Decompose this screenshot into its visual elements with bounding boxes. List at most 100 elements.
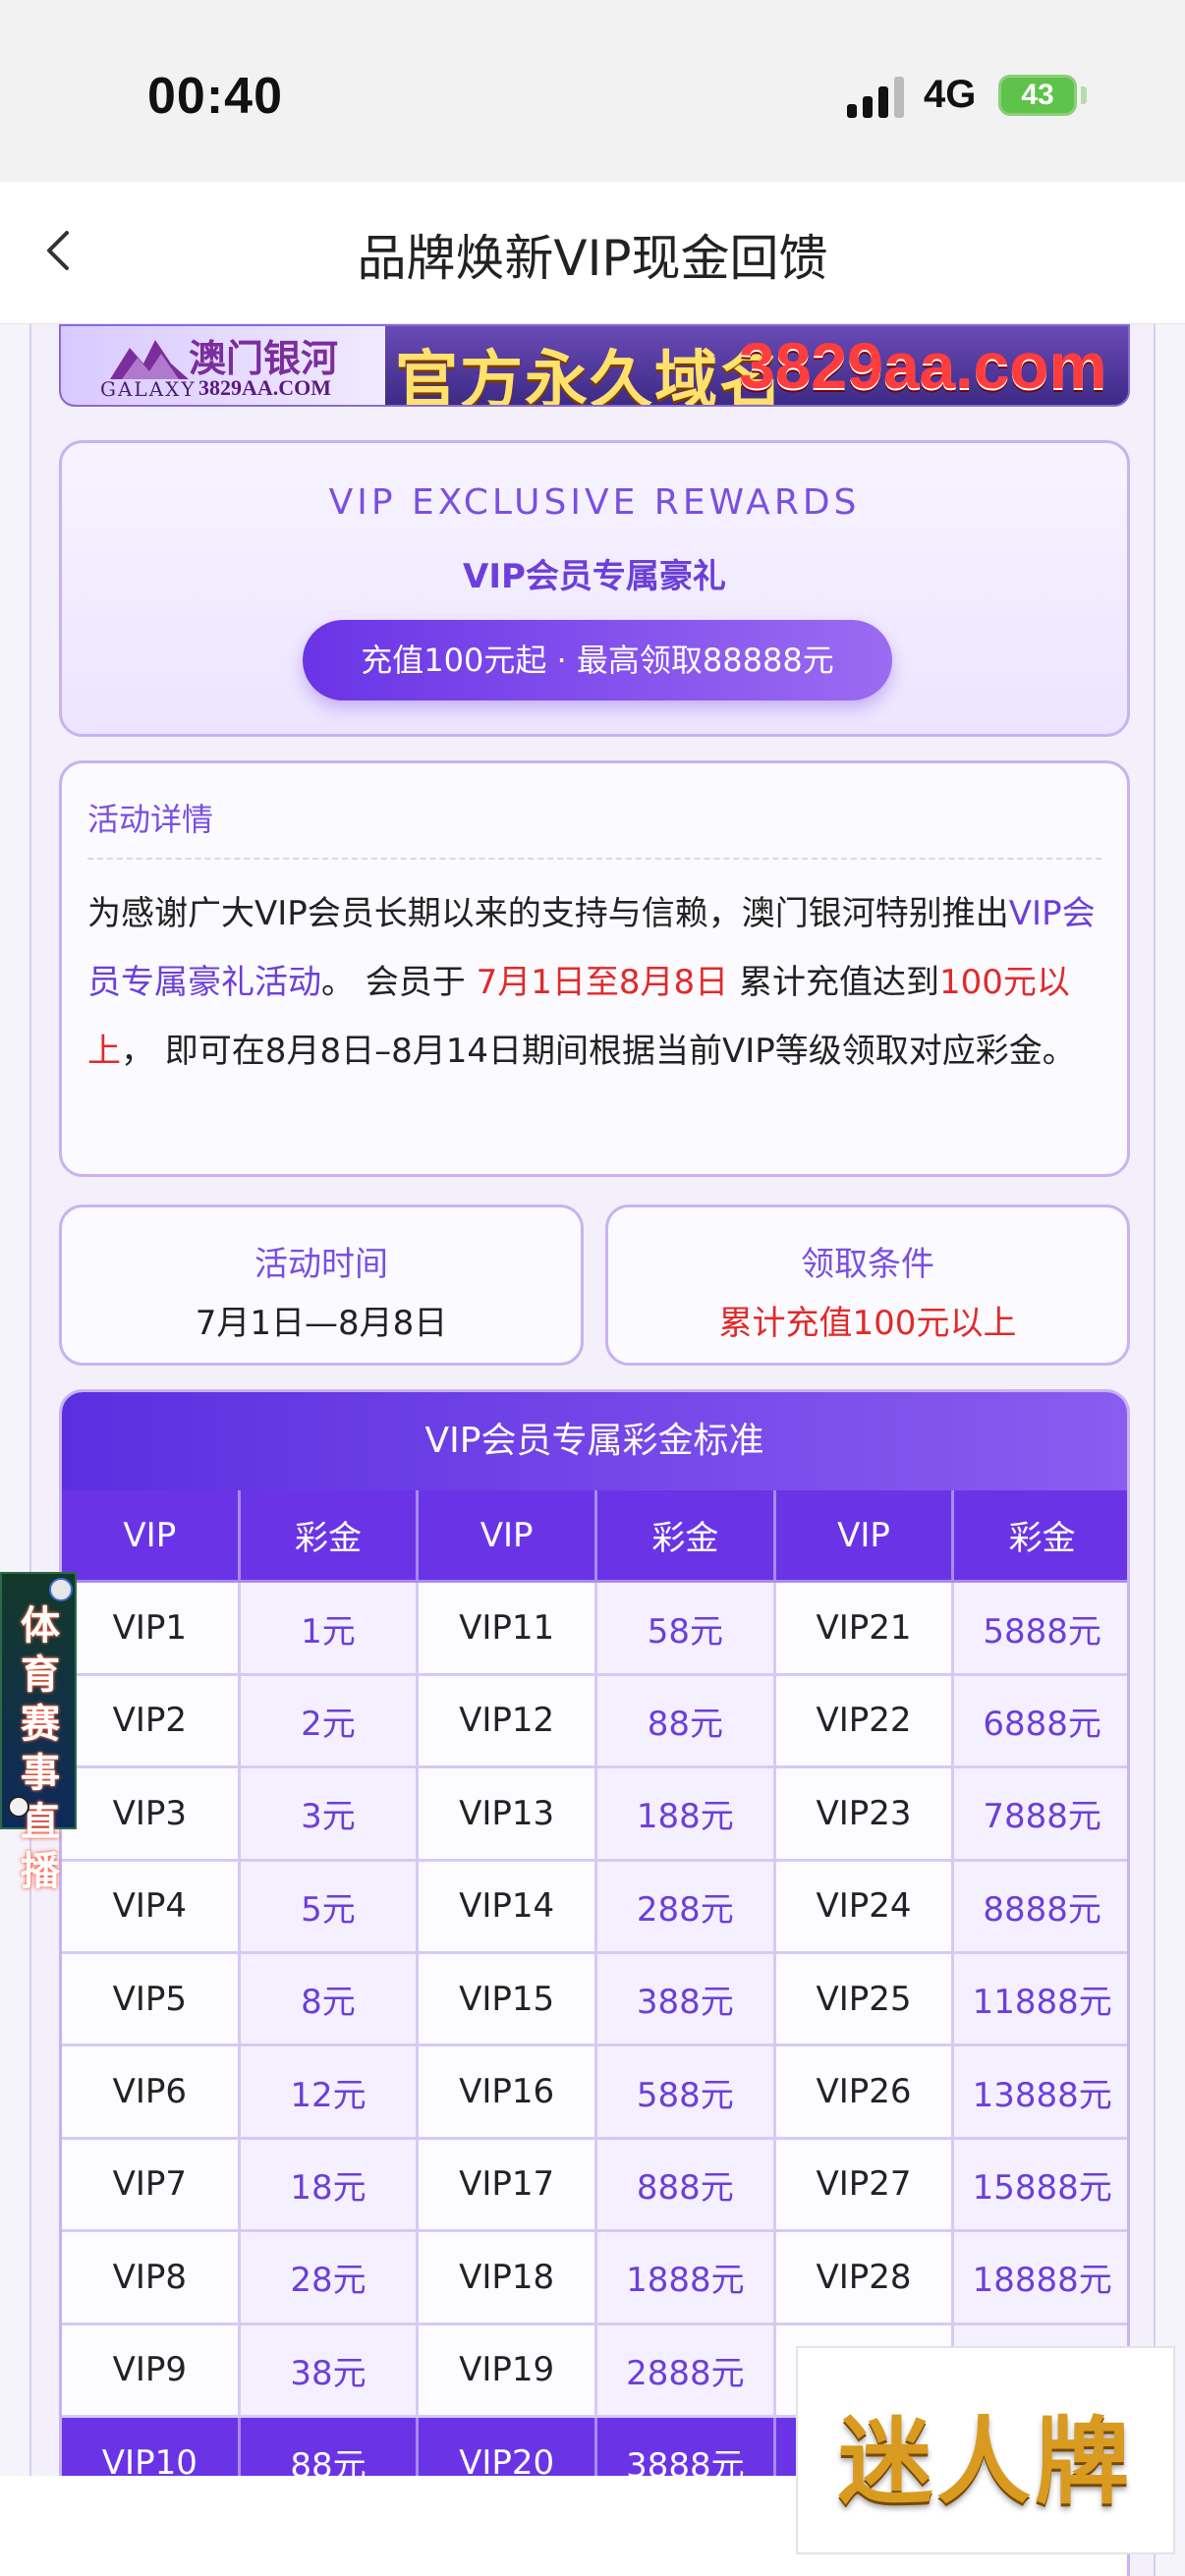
vip-level-cell: VIP7 [62, 2139, 241, 2233]
vip-level-cell: VIP21 [775, 1583, 955, 1676]
bonus-amount-cell: 1888元 [597, 2232, 776, 2325]
vip-level-cell: VIP18 [419, 2232, 597, 2325]
brand-floating-ad[interactable]: 迷人牌 [796, 2346, 1175, 2554]
detail-title: 活动详情 [87, 801, 214, 838]
vip-level-cell: VIP28 [775, 2232, 955, 2325]
bonus-amount-cell: 18元 [240, 2139, 420, 2233]
bonus-amount-cell: 388元 [597, 1954, 776, 2047]
bonus-amount-cell: 2888元 [597, 2324, 776, 2418]
vip-level-cell: VIP11 [419, 1583, 597, 1676]
bottom-area [0, 2476, 796, 2576]
vip-level-cell: VIP2 [62, 1675, 241, 1769]
column-header-bonus: 彩金 [954, 1490, 1127, 1584]
vip-level-cell: VIP23 [775, 1768, 955, 1862]
table-header-row: VIP 彩金 VIP 彩金 VIP 彩金 [62, 1490, 1127, 1584]
vip-level-cell: VIP19 [419, 2324, 597, 2418]
side-ad-text: 体育赛事直播 [21, 1603, 60, 1894]
activity-time-value: 7月1日—8月8日 [195, 1304, 448, 1343]
bonus-amount-cell: 2元 [240, 1675, 420, 1769]
bonus-amount-cell: 3元 [240, 1768, 420, 1862]
divider [87, 858, 1101, 860]
vip-level-cell: VIP15 [419, 1954, 597, 2047]
table-row: VIP6 12元 VIP16 588元 VIP26 13888元 [62, 2046, 1127, 2140]
vip-level-cell: VIP8 [62, 2232, 241, 2325]
battery-icon: 43 [998, 75, 1077, 116]
detail-text: 累计充值达到 [728, 963, 939, 1002]
hero-title-cn: VIP会员专属豪礼 [463, 557, 726, 596]
column-header-vip: VIP [419, 1490, 597, 1584]
vip-level-cell: VIP17 [419, 2139, 597, 2233]
nav-bar: 品牌焕新VIP现金回馈 [0, 182, 1185, 324]
bonus-amount-cell: 5888元 [954, 1583, 1127, 1676]
bonus-amount-cell: 28元 [240, 2232, 420, 2325]
vip-level-cell: VIP12 [419, 1675, 597, 1769]
column-header-bonus: 彩金 [240, 1490, 420, 1584]
bonus-amount-cell: 8888元 [954, 1861, 1127, 1954]
column-header-vip: VIP [775, 1490, 955, 1584]
vip-level-cell: VIP4 [62, 1861, 241, 1954]
vip-level-cell: VIP6 [62, 2046, 241, 2140]
bonus-amount-cell: 1元 [240, 1583, 420, 1676]
vip-level-cell: VIP13 [419, 1768, 597, 1862]
table-row: VIP4 5元 VIP14 288元 VIP24 8888元 [62, 1861, 1127, 1954]
bonus-amount-cell: 15888元 [954, 2139, 1127, 2233]
galaxy-logo: 澳门银河 GALAXY 3829AA.COM [61, 326, 385, 405]
activity-time-card: 活动时间 7月1日—8月8日 [59, 1204, 584, 1366]
signal-icon [847, 77, 908, 118]
claim-condition-value: 累计充值100元以上 [718, 1304, 1017, 1343]
table-row: VIP5 8元 VIP15 388元 VIP25 11888元 [62, 1954, 1127, 2047]
brand-ad-text: 迷人牌 [838, 2406, 1133, 2517]
vip-level-cell: VIP26 [775, 2046, 955, 2140]
banner-domain: 3829aa.com [739, 329, 1107, 402]
detail-body: 为感谢广大VIP会员长期以来的支持与信赖，澳门银河特别推出VIP会员专属豪礼活动… [87, 879, 1107, 1086]
table-row: VIP8 28元 VIP18 1888元 VIP28 18888元 [62, 2232, 1127, 2325]
activity-detail-card: 活动详情 为感谢广大VIP会员长期以来的支持与信赖，澳门银河特别推出VIP会员专… [59, 760, 1130, 1177]
vip-level-cell: VIP3 [62, 1768, 241, 1862]
vip-level-cell: VIP9 [62, 2324, 241, 2418]
table-title: VIP会员专属彩金标准 [62, 1392, 1127, 1490]
detail-highlight-date: 7月1日至8月8日 [476, 963, 729, 1002]
sports-live-side-ad[interactable]: 体育赛事直播 [0, 1572, 77, 1894]
logo-cn: 澳门银河 [189, 336, 339, 380]
detail-text: 。 会员于 [321, 963, 477, 1002]
hero-title-en: VIP EXCLUSIVE REWARDS [328, 482, 861, 523]
banner-slogan: 官方永久域名 [395, 345, 784, 407]
soccer-ball-icon [8, 1796, 29, 1818]
network-type: 4G [924, 73, 977, 116]
page-title: 品牌焕新VIP现金回馈 [357, 230, 828, 287]
promo-banner[interactable]: 澳门银河 GALAXY 3829AA.COM 官方永久域名 3829aa.com [59, 324, 1130, 407]
bonus-amount-cell: 88元 [597, 1675, 776, 1769]
column-header-vip: VIP [62, 1490, 241, 1584]
bonus-amount-cell: 6888元 [954, 1675, 1127, 1769]
bonus-amount-cell: 38元 [240, 2324, 420, 2418]
vip-level-cell: VIP1 [62, 1583, 241, 1676]
detail-text: ， 即可在8月8日–8月14日期间根据当前VIP等级领取对应彩金。 [121, 1032, 1076, 1071]
bonus-amount-cell: 58元 [597, 1583, 776, 1676]
logo-en: GALAXY [100, 377, 197, 401]
claim-condition-card: 领取条件 累计充值100元以上 [605, 1204, 1130, 1366]
bonus-amount-cell: 12元 [240, 2046, 420, 2140]
table-row: VIP2 2元 VIP12 88元 VIP22 6888元 [62, 1675, 1127, 1769]
vip-level-cell: VIP27 [775, 2139, 955, 2233]
bonus-amount-cell: 8元 [240, 1954, 420, 2047]
reward-pill: 充值100元起 · 最高领取88888元 [303, 620, 892, 700]
detail-text: 为感谢广大VIP会员长期以来的支持与信赖，澳门银河特别推出 [87, 894, 1009, 933]
ad-logo-icon [49, 1578, 73, 1601]
bonus-amount-cell: 7888元 [954, 1768, 1127, 1862]
bonus-amount-cell: 11888元 [954, 1954, 1127, 2047]
vip-level-cell: VIP5 [62, 1954, 241, 2047]
bonus-amount-cell: 888元 [597, 2139, 776, 2233]
screen: 00:40 4G 43 品牌焕新VIP现金回馈 澳门银河 GALAXY 3829… [0, 0, 1185, 2576]
claim-condition-label: 领取条件 [801, 1245, 934, 1284]
mountain-logo-icon [110, 340, 189, 379]
battery-tip [1081, 86, 1087, 104]
vip-level-cell: VIP25 [775, 1954, 955, 2047]
logo-domain: 3829AA.COM [198, 375, 332, 400]
table-row: VIP1 1元 VIP11 58元 VIP21 5888元 [62, 1583, 1127, 1676]
content-area: 澳门银河 GALAXY 3829AA.COM 官方永久域名 3829aa.com… [29, 324, 1156, 2576]
bonus-amount-cell: 188元 [597, 1768, 776, 1862]
table-row: VIP3 3元 VIP13 188元 VIP23 7888元 [62, 1768, 1127, 1862]
column-header-bonus: 彩金 [597, 1490, 776, 1584]
status-time: 00:40 [147, 68, 283, 125]
bonus-amount-cell: 13888元 [954, 2046, 1127, 2140]
